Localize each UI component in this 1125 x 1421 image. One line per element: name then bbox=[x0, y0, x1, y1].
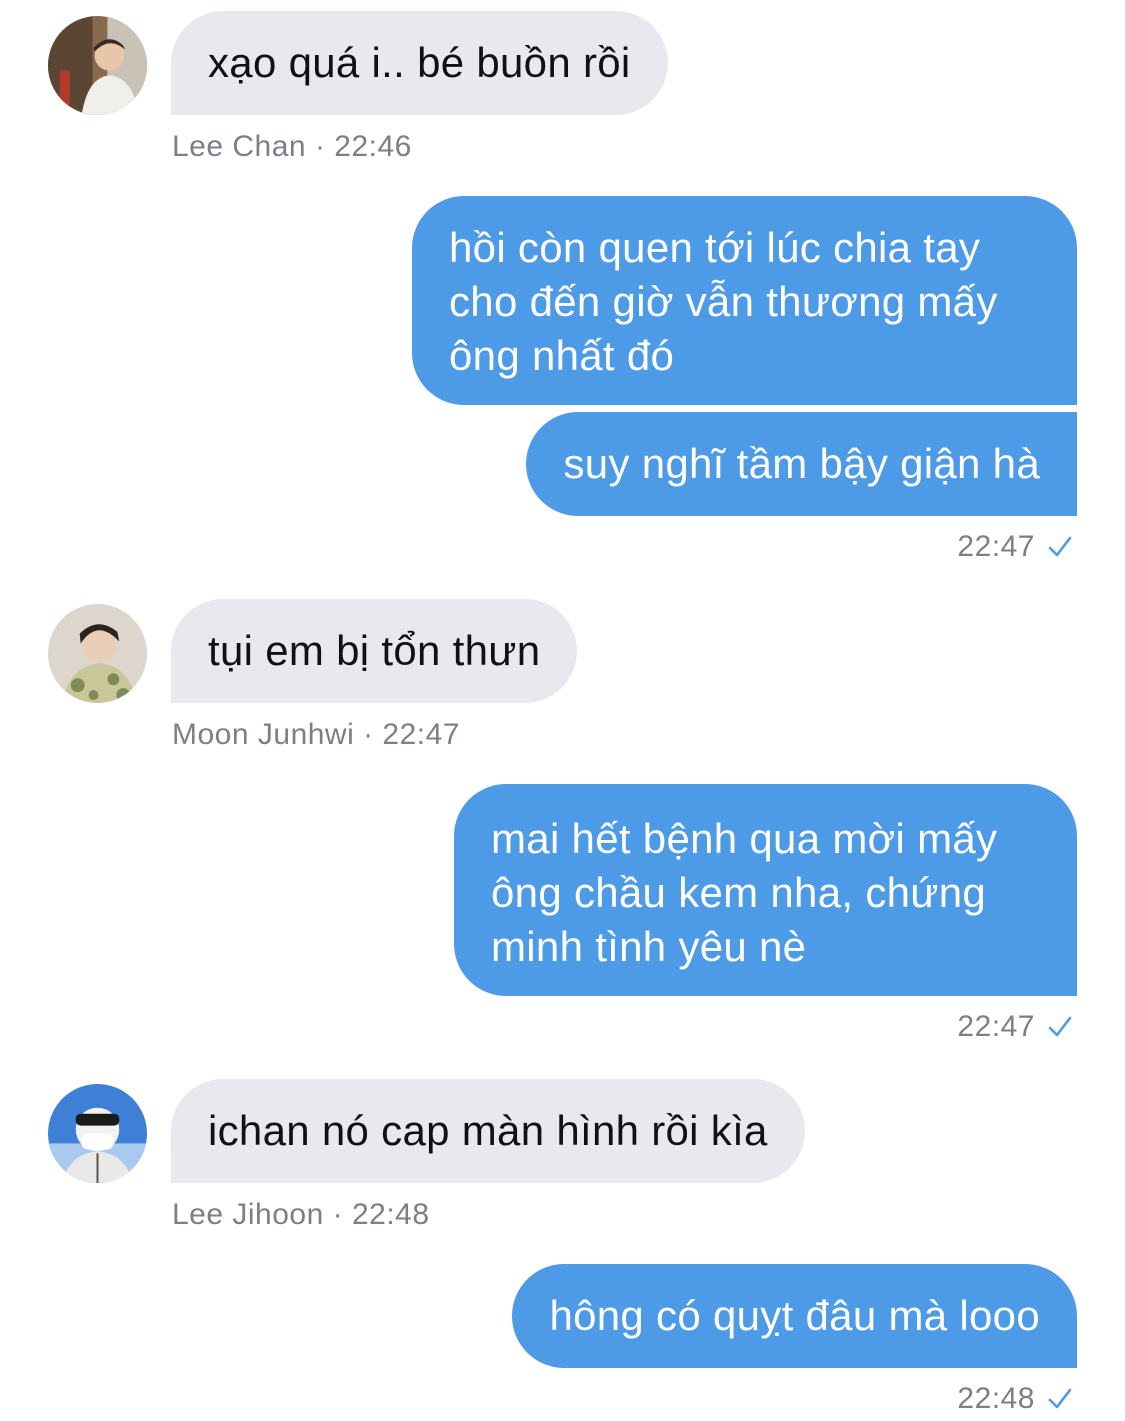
outgoing-message-bubble[interactable]: mai hết bệnh qua mời mấy ông chầu kem nh… bbox=[454, 784, 1077, 996]
message-text: suy nghĩ tầm bậy giận hà bbox=[563, 440, 1040, 487]
message-meta: Lee Chan · 22:46 bbox=[172, 130, 412, 163]
incoming-message-bubble[interactable]: tụi em bị tổn thưn bbox=[171, 599, 578, 703]
message-text: mai hết bệnh qua mời mấy ông chầu kem nh… bbox=[491, 815, 998, 970]
message-time: 22:47 bbox=[957, 530, 1035, 563]
message-text: ichan nó cap màn hình rồi kìa bbox=[208, 1107, 768, 1154]
outgoing-message-bubble[interactable]: hông có quỵt đâu mà looo bbox=[512, 1264, 1077, 1368]
message-text: tụi em bị tổn thưn bbox=[208, 627, 541, 674]
check-icon bbox=[1048, 1016, 1072, 1037]
message-text: xạo quá i.. bé buồn rồi bbox=[208, 39, 631, 86]
message-time: 22:47 bbox=[957, 1010, 1035, 1043]
message-meta: Lee Jihoon · 22:48 bbox=[172, 1198, 430, 1231]
avatar-photo bbox=[48, 1084, 147, 1183]
check-icon bbox=[1048, 536, 1072, 557]
message-text: hông có quỵt đâu mà looo bbox=[549, 1292, 1040, 1339]
avatar-lee-chan[interactable] bbox=[48, 16, 147, 115]
outgoing-message-bubble[interactable]: suy nghĩ tầm bậy giận hà bbox=[526, 412, 1077, 516]
message-meta: 22:47 bbox=[957, 1010, 1073, 1044]
message-text: hồi còn quen tới lúc chia tay cho đến gi… bbox=[449, 224, 998, 379]
message-meta: Moon Junhwi · 22:47 bbox=[172, 718, 460, 751]
message-meta: 22:48 bbox=[957, 1382, 1073, 1416]
incoming-message-bubble[interactable]: ichan nó cap màn hình rồi kìa bbox=[171, 1079, 805, 1183]
avatar-photo bbox=[48, 16, 147, 115]
check-icon bbox=[1048, 1388, 1072, 1409]
outgoing-message-bubble[interactable]: hồi còn quen tới lúc chia tay cho đến gi… bbox=[412, 196, 1077, 405]
incoming-message-bubble[interactable]: xạo quá i.. bé buồn rồi bbox=[171, 11, 668, 115]
message-meta: 22:47 bbox=[957, 530, 1073, 564]
avatar-photo bbox=[48, 604, 147, 703]
avatar-lee-jihoon[interactable] bbox=[48, 1084, 147, 1183]
message-time: 22:48 bbox=[957, 1382, 1035, 1415]
avatar-moon-junhwi[interactable] bbox=[48, 604, 147, 703]
